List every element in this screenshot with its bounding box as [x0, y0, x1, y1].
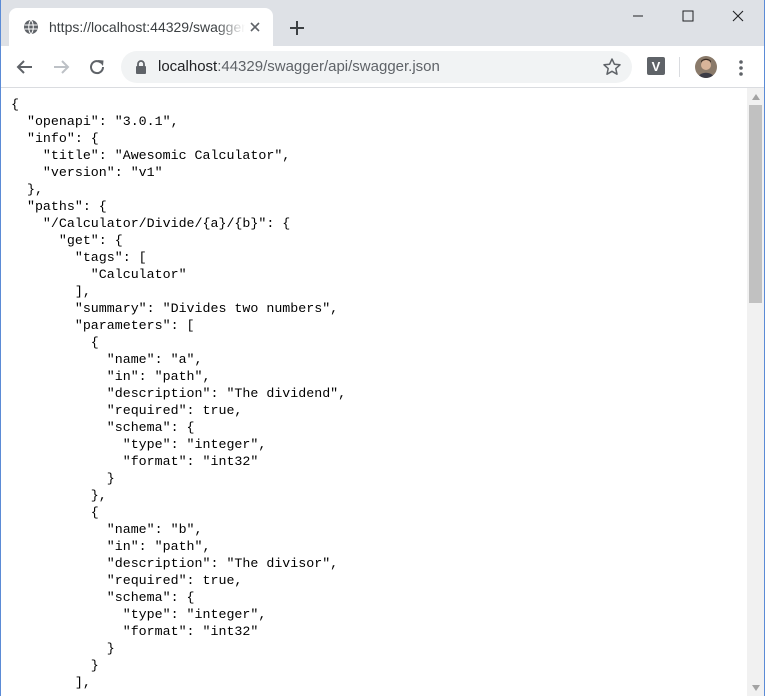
tab-title: https://localhost:44329/swagger/api/swag…	[49, 19, 245, 35]
json-line: "paths": {	[11, 199, 107, 214]
close-icon	[732, 10, 744, 22]
json-line: "Calculator"	[11, 267, 187, 282]
tab-strip: https://localhost:44329/swagger/api/swag…	[1, 0, 764, 46]
json-line: "tags": [	[11, 250, 147, 265]
url-text[interactable]: localhost:44329/swagger/api/swagger.json	[158, 58, 440, 75]
json-line: "get": {	[11, 233, 123, 248]
json-line: "format": "int32"	[11, 624, 259, 639]
reload-icon	[90, 60, 105, 75]
avatar-icon	[695, 56, 717, 78]
back-button[interactable]	[13, 55, 37, 79]
json-line: "in": "path",	[11, 369, 211, 384]
reload-button[interactable]	[85, 55, 109, 79]
json-line: "in": "path",	[11, 539, 211, 554]
address-bar[interactable]: localhost:44329/swagger/api/swagger.json	[121, 51, 632, 83]
maximize-button[interactable]	[663, 0, 713, 32]
minimize-button[interactable]	[613, 0, 663, 32]
globe-icon	[24, 19, 38, 35]
json-line: "required": true,	[11, 403, 243, 418]
page-content: { "openapi": "3.0.1", "info": { "title":…	[1, 88, 745, 696]
json-line: }	[11, 641, 115, 656]
extension-label: V	[651, 58, 661, 74]
json-line: "parameters": [	[11, 318, 195, 333]
triangle-down-icon	[751, 684, 760, 691]
extension-v-button[interactable]: V	[647, 57, 665, 75]
json-line: {	[11, 505, 99, 520]
json-line: "name": "b",	[11, 522, 203, 537]
json-line: {	[11, 335, 99, 350]
json-line: "name": "a",	[11, 352, 203, 367]
json-line: },	[11, 488, 107, 503]
json-line: ],	[11, 284, 91, 299]
json-line: "type": "integer",	[11, 607, 267, 622]
json-line: "required": true,	[11, 573, 243, 588]
window-close-button[interactable]	[713, 0, 763, 32]
json-line: },	[11, 182, 43, 197]
browser-menu-button[interactable]	[729, 56, 753, 80]
bookmark-star-icon[interactable]	[602, 57, 622, 77]
more-vertical-icon	[739, 60, 743, 76]
lock-icon[interactable]	[133, 59, 149, 75]
arrow-left-icon	[16, 60, 32, 74]
json-line: "schema": {	[11, 590, 195, 605]
arrow-right-icon	[54, 60, 70, 74]
browser-window: https://localhost:44329/swagger/api/swag…	[0, 0, 765, 696]
toolbar-divider	[679, 57, 680, 77]
new-tab-plus-icon[interactable]	[285, 16, 309, 40]
json-line: }	[11, 471, 115, 486]
scroll-up-button[interactable]	[747, 88, 764, 105]
triangle-up-icon	[751, 93, 760, 100]
json-line: "summary": "Divides two numbers",	[11, 301, 339, 316]
json-line: ],	[11, 675, 91, 690]
json-line: "description": "The dividend",	[11, 386, 347, 401]
forward-button[interactable]	[49, 55, 73, 79]
json-line: {	[11, 97, 19, 112]
url-host: localhost	[158, 58, 218, 75]
json-line: "format": "int32"	[11, 454, 259, 469]
json-line: "/Calculator/Divide/{a}/{b}": {	[11, 216, 291, 231]
json-line: "title": "Awesomic Calculator",	[11, 148, 291, 163]
json-document: { "openapi": "3.0.1", "info": { "title":…	[1, 88, 745, 691]
json-line: "info": {	[11, 131, 99, 146]
scroll-down-button[interactable]	[747, 679, 764, 696]
json-line: "version": "v1"	[11, 165, 163, 180]
json-line: "type": "integer",	[11, 437, 267, 452]
json-line: "description": "The divisor",	[11, 556, 339, 571]
json-line: "schema": {	[11, 420, 195, 435]
json-line: "openapi": "3.0.1",	[11, 114, 179, 129]
tab-swagger-json[interactable]: https://localhost:44329/swagger/api/swag…	[9, 8, 273, 46]
vertical-scrollbar[interactable]	[747, 88, 764, 696]
json-line: }	[11, 658, 99, 673]
url-path: :44329/swagger/api/swagger.json	[217, 58, 440, 75]
profile-avatar[interactable]	[695, 56, 717, 78]
minimize-icon	[633, 15, 643, 17]
maximize-icon	[682, 10, 694, 22]
scrollbar-thumb[interactable]	[749, 105, 762, 303]
close-icon[interactable]	[247, 19, 263, 35]
